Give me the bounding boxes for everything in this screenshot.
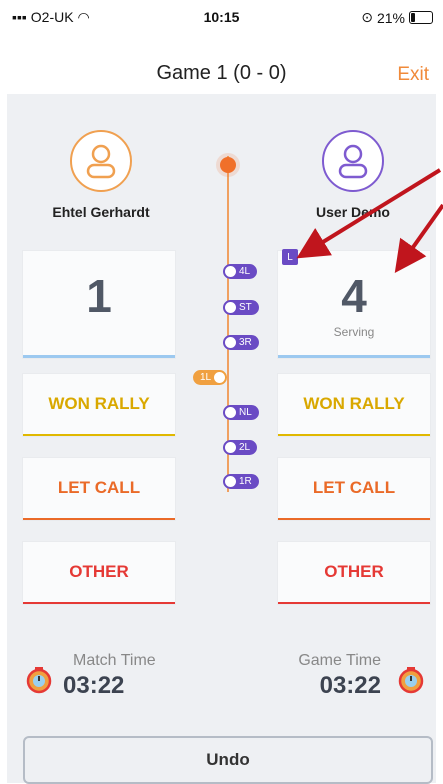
player-left: Ehtel Gerhardt [21,130,181,220]
header: Game 1 (0 - 0) Exit [0,52,443,92]
score-card-left[interactable]: 1 [23,251,175,358]
timeline-pill: 4L [223,264,258,279]
won-rally-left-button[interactable]: WON RALLY [23,374,175,436]
score-right: 4 [341,270,367,322]
let-call-left-button[interactable]: LET CALL [23,458,175,520]
game-timer: Game Time 03:22 [287,652,381,700]
timeline-pill: 1R [223,474,259,489]
score-card-right[interactable]: 4 Serving [278,251,430,358]
user-icon [338,144,368,179]
match-time-value: 03:22 [63,672,125,699]
game-time-label: Game Time [298,652,381,669]
let-call-right-button[interactable]: LET CALL [278,458,430,520]
exit-button[interactable]: Exit [397,64,429,86]
serve-side-badge: L [282,249,298,265]
other-left-button[interactable]: OTHER [23,542,175,604]
status-bar: ▪▪▪ O2-UK ◠ 10:15 ⊙ 21% [0,0,443,36]
match-time-label: Match Time [73,652,156,669]
match-timer: Match Time 03:22 [63,652,156,700]
timeline-pill: 3R [223,335,259,350]
timeline-pill: 1L [193,370,228,385]
timeline-pill: ST [223,300,259,315]
orientation-lock-icon: ⊙ [361,9,373,25]
timeline-pill: NL [223,405,259,420]
won-rally-right-button[interactable]: WON RALLY [278,374,430,436]
undo-button[interactable]: Undo [23,736,433,784]
battery-icon [409,11,433,24]
other-right-button[interactable]: OTHER [278,542,430,604]
player-right-name: User Demo [316,204,390,220]
live-indicator [216,153,240,177]
player-right: User Demo [273,130,433,220]
avatar [70,130,132,192]
page-title: Game 1 (0 - 0) [156,62,287,84]
stopwatch-icon [398,667,424,694]
stopwatch-icon [26,667,52,694]
scoreboard: Ehtel Gerhardt User Demo 1 4 Serving L W… [7,94,436,784]
serving-label-right: Serving [333,325,375,339]
user-icon [86,144,116,179]
game-time-value: 03:22 [319,672,381,699]
battery-status: ⊙ 21% [361,9,433,26]
timeline-pill: 2L [223,440,258,455]
score-left: 1 [86,270,112,322]
avatar [322,130,384,192]
player-left-name: Ehtel Gerhardt [52,204,150,220]
